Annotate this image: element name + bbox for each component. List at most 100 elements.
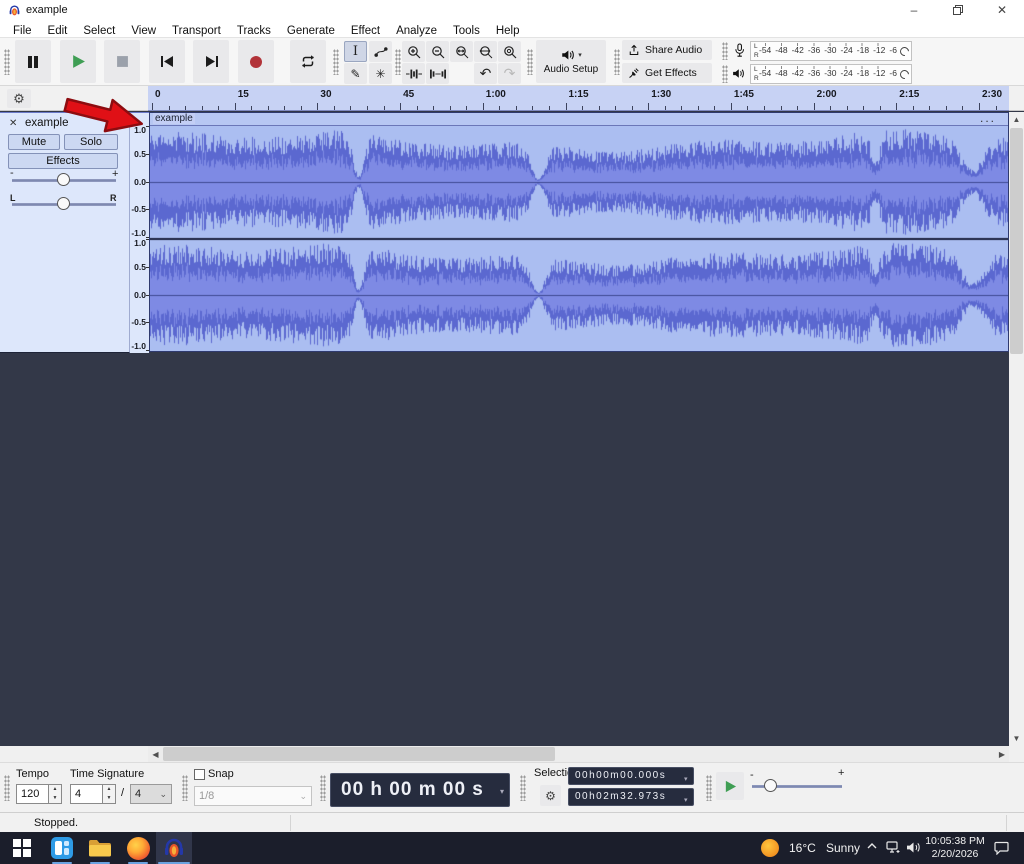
audio-clip[interactable]: example ... xyxy=(149,112,1009,352)
timeline-corner xyxy=(1009,86,1024,111)
selection-start-field[interactable]: 00h00m00.000s ▾ xyxy=(568,767,694,785)
silence-audio-button[interactable] xyxy=(426,63,449,84)
notification-center-button[interactable] xyxy=(992,839,1010,857)
mute-button[interactable]: Mute xyxy=(8,134,60,150)
transport-toolbar-grip[interactable] xyxy=(4,49,10,75)
playback-meter[interactable]: LR -54-48-42-36-30-24-18-12-6 xyxy=(750,64,912,84)
audio-setup-grip[interactable] xyxy=(527,49,533,75)
horizontal-scrollbar-thumb[interactable] xyxy=(163,747,555,761)
stop-button[interactable] xyxy=(104,40,140,83)
network-button[interactable] xyxy=(884,838,902,856)
track-canvas-area[interactable]: ✕ example Mute Solo Effects - + L R 1.00… xyxy=(0,111,1024,746)
taskbar-clock[interactable]: 10:05:38 PM 2/20/2026 xyxy=(924,835,986,861)
pause-button[interactable] xyxy=(15,40,51,83)
snap-checkbox[interactable] xyxy=(194,769,205,780)
trim-audio-button[interactable] xyxy=(402,63,425,84)
play-at-speed-grip[interactable] xyxy=(706,775,712,801)
vertical-scrollbar-thumb[interactable] xyxy=(1010,128,1023,354)
draw-tool-button[interactable]: ✎ xyxy=(344,63,367,84)
pause-icon xyxy=(26,55,40,69)
tempo-spinner[interactable]: ▲▼ xyxy=(49,784,62,804)
play-speed-knob[interactable] xyxy=(764,779,777,792)
time-display[interactable]: 00 h 00 m 00 s ▾ xyxy=(330,773,510,807)
selection-end-field[interactable]: 00h02m32.973s ▾ xyxy=(568,788,694,806)
multi-tool-button[interactable]: ✳ xyxy=(369,63,392,84)
play-at-speed-button[interactable] xyxy=(716,772,744,800)
share-audio-button[interactable]: Share Audio xyxy=(622,40,712,60)
scroll-left-icon[interactable]: ◀ xyxy=(148,750,163,759)
solo-button[interactable]: Solo xyxy=(64,134,118,150)
scroll-up-icon[interactable]: ▲ xyxy=(1009,115,1024,124)
weather-temp[interactable]: 16°C xyxy=(789,841,816,855)
time-signature-lower-select[interactable]: 4⌄ xyxy=(130,784,172,804)
timeline-options-button[interactable]: ⚙ xyxy=(7,89,31,108)
effects-button[interactable]: Effects xyxy=(8,153,118,169)
snap-select[interactable]: 1/8⌄ xyxy=(194,786,312,806)
clip-title[interactable]: example xyxy=(153,113,195,124)
restore-button[interactable] xyxy=(936,0,980,21)
record-button[interactable] xyxy=(238,40,274,83)
zoom-in-button[interactable] xyxy=(402,41,425,62)
time-signature-upper-input[interactable]: 4 xyxy=(70,784,103,804)
taskbar-app-audacity-active[interactable] xyxy=(156,832,192,864)
skip-to-start-icon xyxy=(160,55,175,68)
zoom-fit-button[interactable] xyxy=(474,41,497,62)
pan-slider-knob[interactable] xyxy=(57,197,70,210)
scroll-down-icon[interactable]: ▼ xyxy=(1009,734,1024,743)
horizontal-scrollbar[interactable]: ◀ ▶ xyxy=(148,746,1009,762)
clip-header[interactable]: example ... xyxy=(150,113,1008,126)
taskbar-app-widgets[interactable] xyxy=(50,836,74,860)
close-track-icon[interactable]: ✕ xyxy=(9,118,17,129)
waveform-canvas[interactable] xyxy=(150,126,1008,351)
tempo-input[interactable]: 120 xyxy=(16,784,49,804)
share-toolbar-grip[interactable] xyxy=(614,49,620,75)
envelope-tool-button[interactable] xyxy=(369,41,392,62)
tray-overflow-button[interactable] xyxy=(864,838,880,854)
track-control-panel: ✕ example Mute Solo Effects - + L R xyxy=(0,112,130,353)
zoom-selection-button[interactable] xyxy=(450,41,473,62)
scrollbar-corner xyxy=(1009,746,1024,762)
zoom-in-icon xyxy=(407,45,421,59)
status-divider xyxy=(1006,815,1007,831)
time-signature-spinner[interactable]: ▲▼ xyxy=(103,784,116,804)
volume-button[interactable] xyxy=(904,838,922,856)
playback-meter-grip[interactable] xyxy=(722,65,728,83)
selection-toolbar-grip[interactable] xyxy=(520,775,526,801)
start-button[interactable] xyxy=(10,836,34,860)
recording-meter[interactable]: LR -54-48-42-36-30-24-18-12-6 xyxy=(750,41,912,61)
audio-setup-button[interactable]: ▾ Audio Setup xyxy=(536,40,606,83)
time-display-grip[interactable] xyxy=(320,775,326,801)
track-name[interactable]: example xyxy=(25,117,68,129)
get-effects-button[interactable]: Get Effects xyxy=(622,63,712,83)
edit-toolbar-grip[interactable] xyxy=(395,49,401,75)
snap-toolbar-grip[interactable] xyxy=(182,775,188,801)
weather-condition[interactable]: Sunny xyxy=(826,841,860,855)
skip-to-start-button[interactable] xyxy=(149,40,185,83)
timeline-ruler[interactable]: 01530451:001:151:301:452:002:152:30 xyxy=(148,86,1009,111)
selection-tool-button[interactable]: I xyxy=(344,41,367,62)
loop-button[interactable] xyxy=(290,40,326,83)
chevron-down-icon: ▾ xyxy=(578,51,582,59)
weather-button[interactable] xyxy=(758,836,782,860)
tools-toolbar-grip[interactable] xyxy=(333,49,339,75)
redo-button[interactable]: ↷ xyxy=(498,63,521,84)
gain-slider-knob[interactable] xyxy=(57,173,70,186)
minimize-button[interactable]: – xyxy=(892,0,936,21)
clip-menu-button[interactable]: ... xyxy=(980,111,996,125)
zoom-out-button[interactable] xyxy=(426,41,449,62)
zoom-toggle-button[interactable] xyxy=(498,41,521,62)
scroll-right-icon[interactable]: ▶ xyxy=(995,750,1009,759)
close-button[interactable]: ✕ xyxy=(980,0,1024,21)
skip-to-end-button[interactable] xyxy=(193,40,229,83)
taskbar-app-firefox[interactable] xyxy=(126,836,150,860)
taskbar-app-file-explorer[interactable] xyxy=(88,836,112,860)
play-button[interactable] xyxy=(60,40,96,83)
upload-icon xyxy=(628,44,640,56)
undo-button[interactable]: ↶ xyxy=(474,63,497,84)
recording-meter-grip[interactable] xyxy=(722,42,728,60)
timeline-label: 1:15 xyxy=(569,89,589,100)
selection-options-button[interactable]: ⚙ xyxy=(540,785,561,806)
vertical-scale-ruler[interactable]: 1.00.50.0-0.5-1.01.00.50.0-0.5-1.0 xyxy=(130,112,149,353)
time-toolbar-grip[interactable] xyxy=(4,775,10,801)
vertical-scrollbar[interactable]: ▲ ▼ xyxy=(1009,112,1024,746)
